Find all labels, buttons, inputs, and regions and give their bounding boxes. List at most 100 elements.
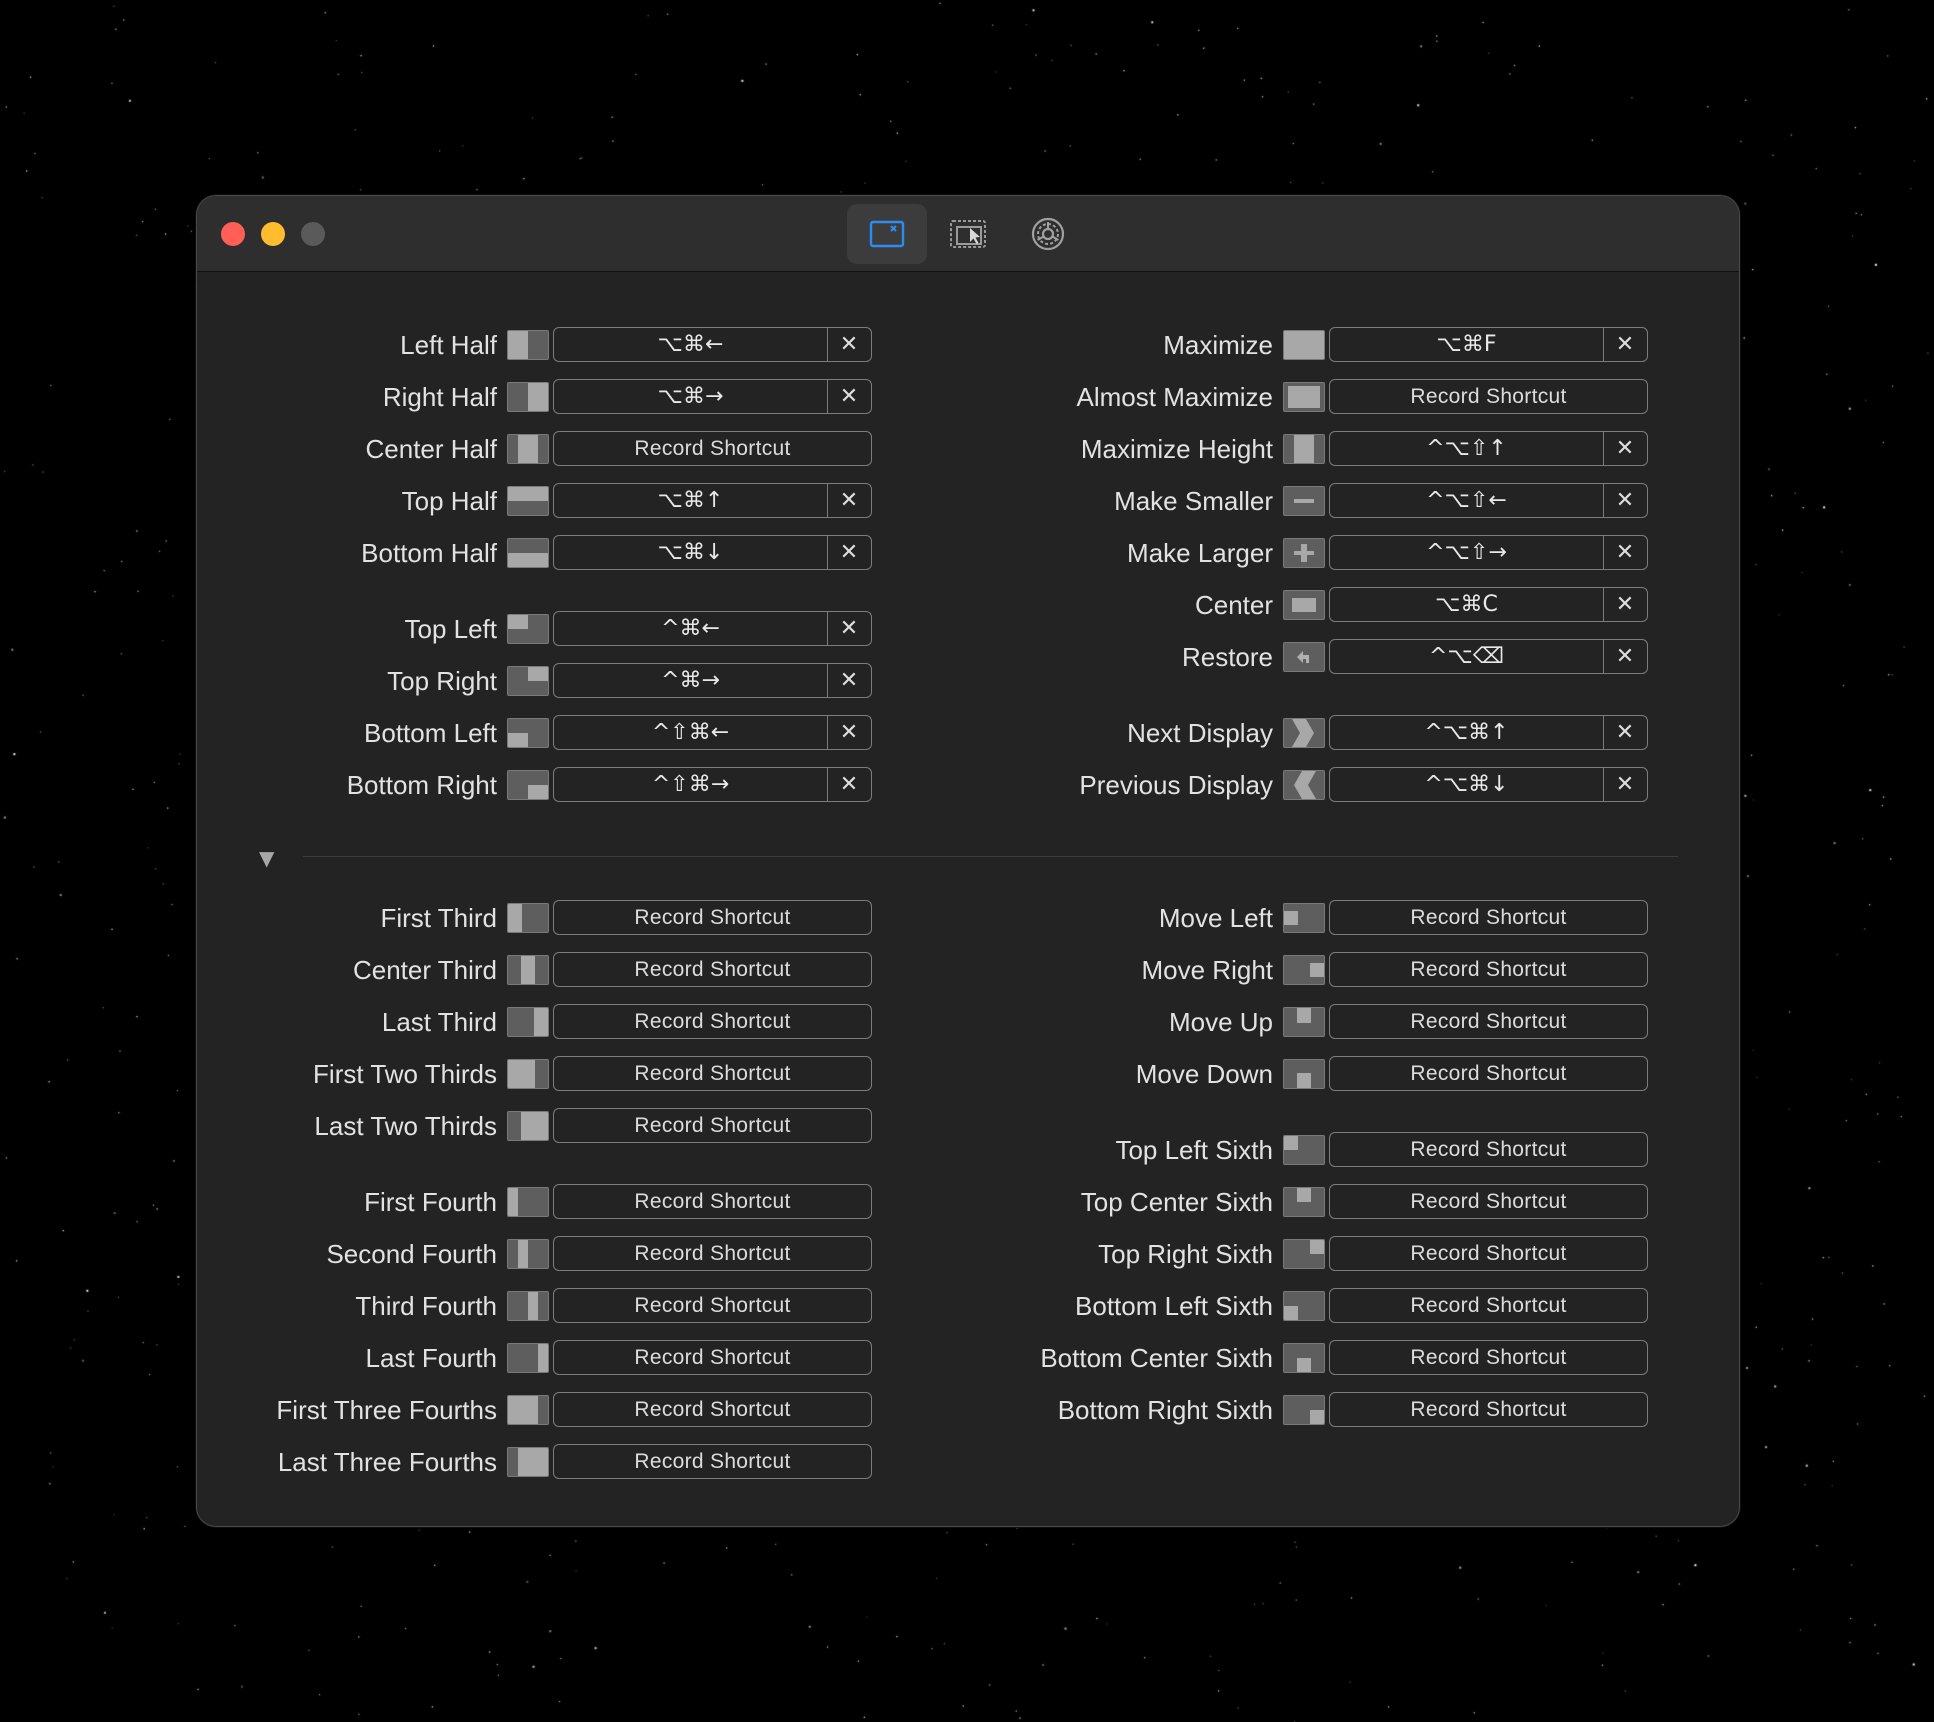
shortcut-row-center: Center ⌥⌘C ✕ [197,583,1739,627]
shortcut-label-make-smaller: Make Smaller [1114,486,1273,516]
bottom-right-sixth-icon [1283,1395,1325,1425]
shortcut-row-previous-display: Previous Display ^⌥⌘↓ ✕ [197,763,1739,807]
shortcut-row-next-display: Next Display ^⌥⌘↑ ✕ [197,711,1739,755]
shortcut-label-top-right-sixth: Top Right Sixth [1098,1239,1273,1269]
last-three-fourths-icon [507,1447,549,1477]
shortcut-label-make-larger: Make Larger [1127,538,1273,568]
shortcut-row-move-up: Move Up Record Shortcut [197,1000,1739,1044]
record-shortcut-button-almost-maximize[interactable]: Record Shortcut [1329,379,1648,414]
shortcut-label-bottom-center-sixth: Bottom Center Sixth [1040,1343,1273,1373]
shortcut-row-last-three-fourths: Last Three Fourths Record Shortcut [197,1440,1739,1484]
shortcut-keys[interactable]: ⌥⌘F [1330,328,1604,361]
shortcut-row-bottom-left-sixth: Bottom Left Sixth Record Shortcut [197,1284,1739,1328]
shortcut-row-bottom-right-sixth: Bottom Right Sixth Record Shortcut [197,1388,1739,1432]
record-shortcut-label: Record Shortcut [1410,1010,1567,1033]
record-shortcut-label: Record Shortcut [1410,1242,1567,1265]
shortcut-label-maximize: Maximize [1163,330,1273,360]
close-window-button[interactable] [221,222,245,246]
cursor-window-icon [950,220,986,248]
maximize-height-icon [1283,434,1325,464]
clear-shortcut-button[interactable]: ✕ [1603,328,1647,361]
next-display-icon [1283,718,1325,748]
shortcut-label-top-left-sixth: Top Left Sixth [1115,1135,1273,1165]
shortcut-keys[interactable]: ^⌥⌫ [1330,640,1604,673]
settings-tab[interactable] [1008,204,1088,264]
move-right-icon [1283,955,1325,985]
make-larger-icon [1283,538,1325,568]
record-shortcut-label: Record Shortcut [1410,1294,1567,1317]
shortcut-recorder-maximize-height[interactable]: ^⌥⇧↑ ✕ [1329,431,1648,466]
make-smaller-icon [1283,486,1325,516]
shortcut-row-maximize-height: Maximize Height ^⌥⇧↑ ✕ [197,427,1739,471]
shortcut-recorder-center[interactable]: ⌥⌘C ✕ [1329,587,1648,622]
record-shortcut-label: Record Shortcut [634,1450,791,1473]
record-shortcut-label: Record Shortcut [1410,1346,1567,1369]
record-shortcut-label: Record Shortcut [1410,1190,1567,1213]
shortcut-keys[interactable]: ^⌥⇧← [1330,484,1604,517]
record-shortcut-button-bottom-center-sixth[interactable]: Record Shortcut [1329,1340,1648,1375]
shortcut-keys[interactable]: ^⌥⇧→ [1330,536,1604,569]
record-shortcut-button-move-left[interactable]: Record Shortcut [1329,900,1648,935]
shortcut-label-almost-maximize: Almost Maximize [1076,382,1273,412]
shortcut-recorder-make-larger[interactable]: ^⌥⇧→ ✕ [1329,535,1648,570]
record-shortcut-button-bottom-right-sixth[interactable]: Record Shortcut [1329,1392,1648,1427]
shortcut-label-top-center-sixth: Top Center Sixth [1080,1187,1273,1217]
shortcut-row-maximize: Maximize ⌥⌘F ✕ [197,323,1739,367]
section-divider [303,856,1678,857]
record-shortcut-button-top-right-sixth[interactable]: Record Shortcut [1329,1236,1648,1271]
clear-shortcut-button[interactable]: ✕ [1603,588,1647,621]
move-down-icon [1283,1059,1325,1089]
clear-shortcut-button[interactable]: ✕ [1603,768,1647,801]
shortcut-recorder-make-smaller[interactable]: ^⌥⇧← ✕ [1329,483,1648,518]
clear-shortcut-button[interactable]: ✕ [1603,536,1647,569]
shortcut-row-almost-maximize: Almost Maximize Record Shortcut [197,375,1739,419]
shortcut-label-next-display: Next Display [1127,718,1273,748]
clear-shortcut-button[interactable]: ✕ [1603,640,1647,673]
record-shortcut-button-last-three-fourths[interactable]: Record Shortcut [553,1444,872,1479]
shortcut-row-make-smaller: Make Smaller ^⌥⇧← ✕ [197,479,1739,523]
gear-icon [1031,217,1065,251]
shortcut-row-restore: Restore ^⌥⌫ ✕ [197,635,1739,679]
shortcut-label-bottom-right-sixth: Bottom Right Sixth [1057,1395,1273,1425]
shortcut-label-move-left: Move Left [1158,903,1273,933]
top-left-sixth-icon [1283,1135,1325,1165]
window-shortcuts-tab[interactable] [847,204,927,264]
clear-shortcut-button[interactable]: ✕ [1603,716,1647,749]
record-shortcut-label: Record Shortcut [1410,1138,1567,1161]
shortcut-keys[interactable]: ^⌥⌘↑ [1330,716,1604,749]
shortcut-label-previous-display: Previous Display [1079,770,1273,800]
shortcut-keys[interactable]: ⌥⌘C [1330,588,1604,621]
record-shortcut-button-bottom-left-sixth[interactable]: Record Shortcut [1329,1288,1648,1323]
shortcut-row-top-left-sixth: Top Left Sixth Record Shortcut [197,1128,1739,1172]
shortcut-label-maximize-height: Maximize Height [1080,434,1273,464]
move-up-icon [1283,1007,1325,1037]
record-shortcut-button-top-left-sixth[interactable]: Record Shortcut [1329,1132,1648,1167]
clear-shortcut-button[interactable]: ✕ [1603,484,1647,517]
shortcut-keys[interactable]: ^⌥⌘↓ [1330,768,1604,801]
record-shortcut-button-top-center-sixth[interactable]: Record Shortcut [1329,1184,1648,1219]
title-bar [197,196,1739,272]
minimize-window-button[interactable] [261,222,285,246]
shortcut-recorder-restore[interactable]: ^⌥⌫ ✕ [1329,639,1648,674]
shortcut-recorder-next-display[interactable]: ^⌥⌘↑ ✕ [1329,715,1648,750]
record-shortcut-button-move-down[interactable]: Record Shortcut [1329,1056,1648,1091]
bottom-center-sixth-icon [1283,1343,1325,1373]
shortcut-label-last-three-fourths: Last Three Fourths [277,1447,497,1477]
record-shortcut-label: Record Shortcut [1410,906,1567,929]
clear-shortcut-button[interactable]: ✕ [1603,432,1647,465]
shortcut-recorder-previous-display[interactable]: ^⌥⌘↓ ✕ [1329,767,1648,802]
shortcut-keys[interactable]: ^⌥⇧↑ [1330,432,1604,465]
move-left-icon [1283,903,1325,933]
record-shortcut-label: Record Shortcut [1410,958,1567,981]
record-shortcut-label: Record Shortcut [1410,1062,1567,1085]
shortcut-row-top-center-sixth: Top Center Sixth Record Shortcut [197,1180,1739,1224]
record-shortcut-button-move-right[interactable]: Record Shortcut [1329,952,1648,987]
top-right-sixth-icon [1283,1239,1325,1269]
shortcut-recorder-maximize[interactable]: ⌥⌘F ✕ [1329,327,1648,362]
zoom-window-button[interactable] [301,222,325,246]
record-shortcut-button-move-up[interactable]: Record Shortcut [1329,1004,1648,1039]
previous-display-icon [1283,770,1325,800]
restore-icon [1283,642,1325,672]
more-shortcuts-disclosure-triangle[interactable]: ▼ [259,846,274,870]
snap-areas-tab[interactable] [928,204,1008,264]
